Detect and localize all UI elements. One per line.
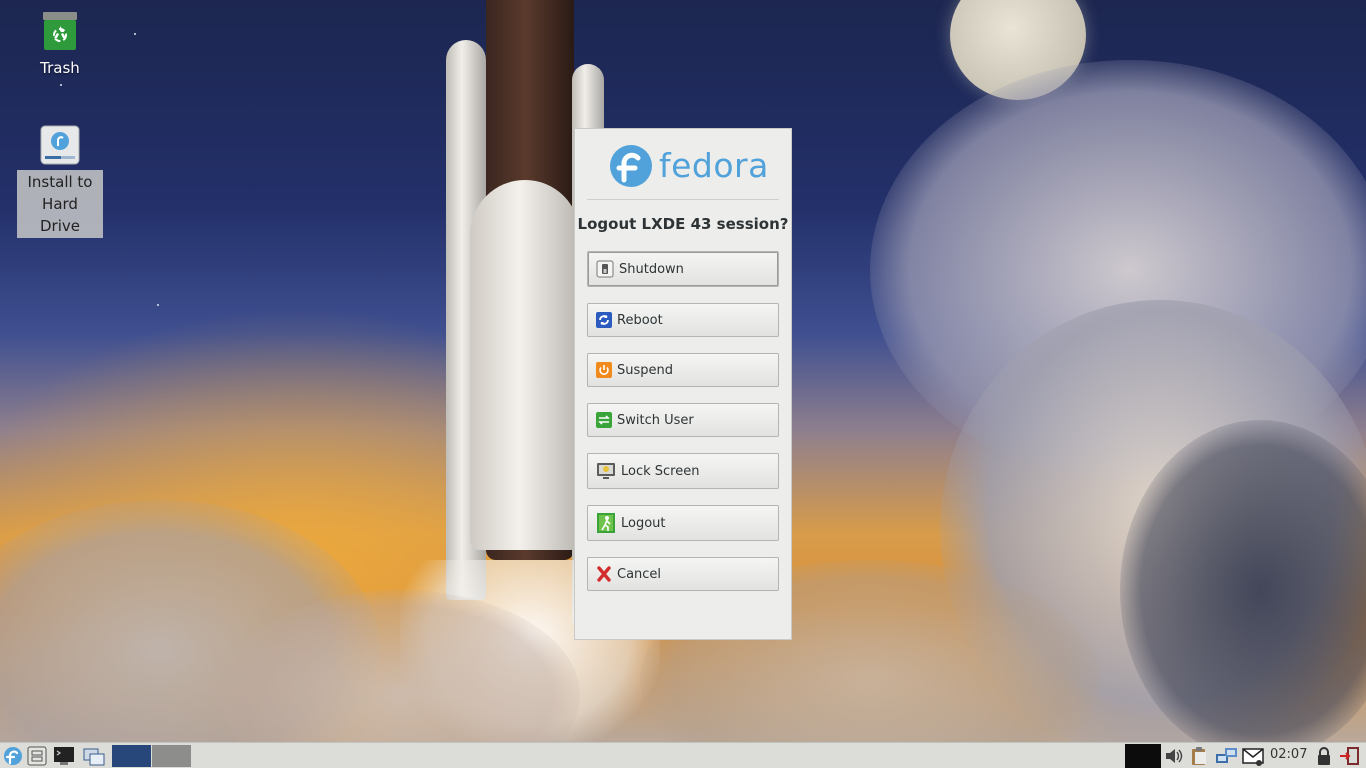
- cancel-icon: [596, 565, 612, 583]
- mail-icon[interactable]: [1242, 746, 1266, 766]
- desktop-pager-1[interactable]: [112, 745, 151, 767]
- clipboard-icon[interactable]: [1188, 746, 1210, 766]
- lock-screen-icon: [596, 461, 616, 481]
- fedora-logo: fedora: [609, 143, 769, 189]
- logout-label: Logout: [621, 515, 666, 531]
- file-manager-icon[interactable]: [26, 746, 48, 766]
- dialog-title: Logout LXDE 43 session?: [577, 215, 789, 233]
- suspend-button[interactable]: Suspend: [587, 353, 779, 387]
- switch-user-label: Switch User: [617, 412, 694, 428]
- network-icon[interactable]: [1214, 746, 1240, 766]
- fedora-wordmark: fedora: [659, 146, 769, 185]
- reboot-icon: [596, 312, 612, 328]
- taskbar: 02:07: [0, 742, 1366, 768]
- shutdown-icon: [596, 260, 614, 278]
- cancel-label: Cancel: [617, 566, 662, 582]
- shutdown-label: Shutdown: [619, 261, 684, 277]
- logout-dialog: fedora Logout LXDE 43 session? Shutdown …: [574, 128, 792, 640]
- desktop-icon-install[interactable]: Install to Hard Drive: [17, 124, 103, 238]
- reboot-label: Reboot: [617, 312, 663, 328]
- fedora-logo-icon: [610, 145, 652, 187]
- cancel-button[interactable]: Cancel: [587, 557, 779, 591]
- dialog-separator: [587, 199, 779, 200]
- switch-user-icon: [596, 412, 612, 428]
- lock-screen-label: Lock Screen: [621, 463, 700, 479]
- lock-screen-button[interactable]: Lock Screen: [587, 453, 779, 489]
- desktop-icon-trash[interactable]: Trash: [17, 10, 103, 80]
- desktop-icon-label: Trash: [40, 59, 80, 77]
- trash-icon: [43, 12, 77, 50]
- desktop-pager-2[interactable]: [152, 745, 191, 767]
- logout-icon: [596, 512, 616, 534]
- suspend-label: Suspend: [617, 362, 674, 378]
- cpu-monitor[interactable]: [1125, 744, 1161, 768]
- reboot-button[interactable]: Reboot: [587, 303, 779, 337]
- clock[interactable]: 02:07: [1270, 747, 1307, 762]
- install-icon: [40, 125, 80, 165]
- shutdown-button[interactable]: Shutdown: [587, 251, 779, 287]
- logout-icon[interactable]: [1338, 746, 1362, 766]
- volume-icon[interactable]: [1163, 746, 1185, 766]
- switch-user-button[interactable]: Switch User: [587, 403, 779, 437]
- fedora-menu-icon[interactable]: [2, 746, 24, 766]
- suspend-icon: [596, 362, 612, 378]
- terminal-icon[interactable]: [52, 746, 76, 766]
- window-switcher-icon[interactable]: [82, 746, 106, 766]
- logout-button[interactable]: Logout: [587, 505, 779, 541]
- lock-icon[interactable]: [1314, 746, 1334, 766]
- shuttle-graphic: [470, 180, 580, 550]
- desktop-icon-label: Install to Hard Drive: [17, 170, 103, 238]
